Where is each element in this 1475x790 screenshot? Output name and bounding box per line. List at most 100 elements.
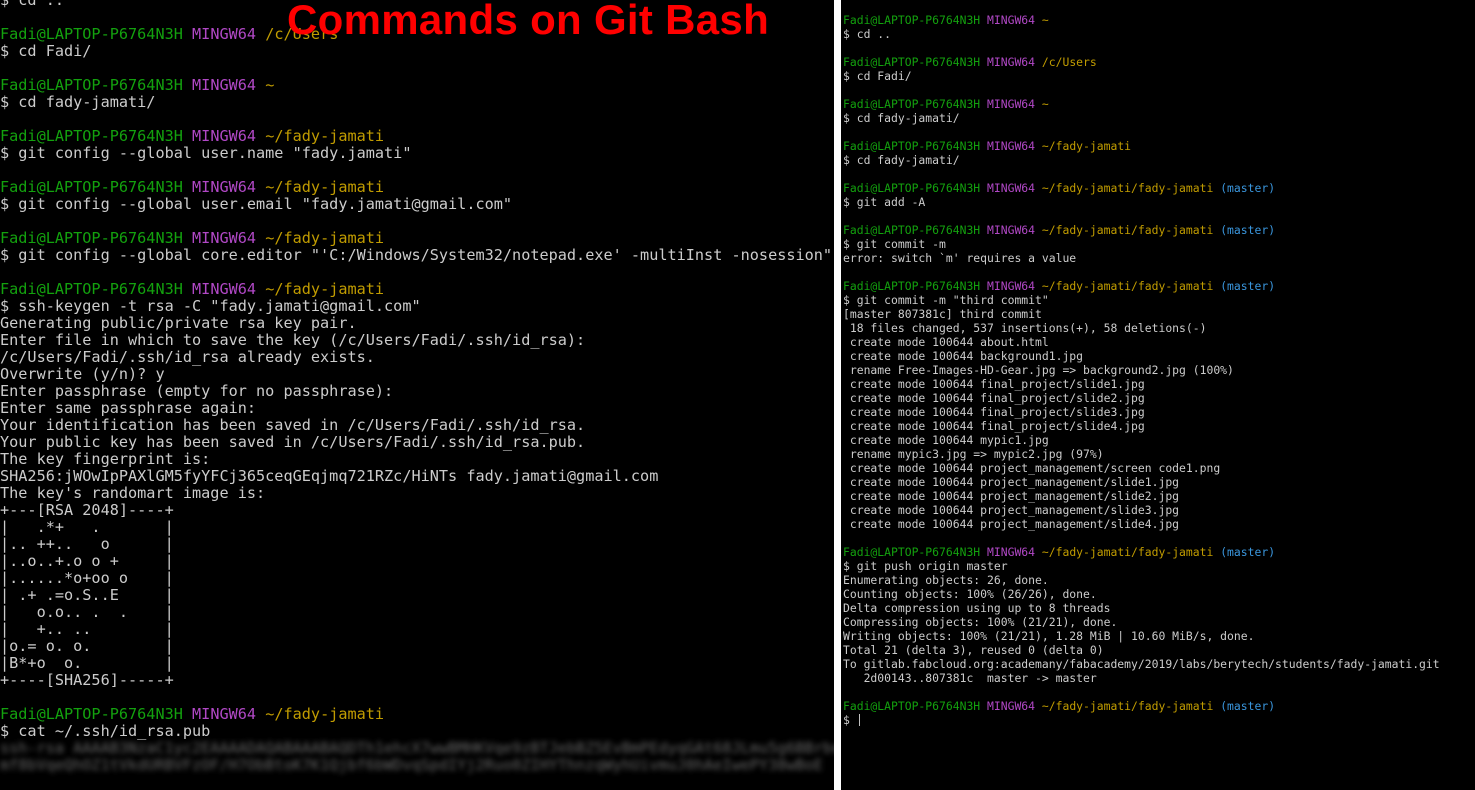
terminal-line: Fadi@LAPTOP-P6764N3H MINGW64 /c/Users (843, 55, 1440, 69)
terminal-line: Enter file in which to save the key (/c/… (0, 332, 834, 349)
terminal-line: create mode 100644 mypic1.jpg (843, 433, 1440, 447)
terminal-text: create mode 100644 final_project/slide4.… (843, 419, 1145, 433)
prompt-mingw: MINGW64 (192, 705, 257, 723)
prompt-path: ~ (1041, 97, 1049, 111)
terminal-line: ssh-rsa AAAAB3NzaC1yc2EAAAADAQABAAABAQDT… (0, 740, 834, 757)
terminal-line: Fadi@LAPTOP-P6764N3H MINGW64 ~/fady-jama… (0, 128, 834, 145)
prompt-path: ~/fady-jamati/fady-jamati (1041, 545, 1214, 559)
prompt-user: Fadi@LAPTOP-P6764N3H (0, 76, 183, 94)
prompt-user: Fadi@LAPTOP-P6764N3H (843, 13, 981, 27)
terminal-text: Total 21 (delta 3), reused 0 (delta 0) (843, 643, 1104, 657)
terminal-text: $ git config --global user.name "fady.ja… (0, 144, 412, 162)
terminal-text: $ git add -A (843, 195, 926, 209)
terminal-line: create mode 100644 background1.jpg (843, 349, 1440, 363)
terminal-line: Fadi@LAPTOP-P6764N3H MINGW64 ~/fady-jama… (843, 279, 1440, 293)
terminal-text: [master 807381c] third commit (843, 307, 1042, 321)
prompt-branch: (master) (1220, 223, 1276, 237)
terminal-line: |.. ++.. o | (0, 536, 834, 553)
terminal-text: |B*+o o. | (0, 654, 174, 672)
terminal-line: $ git commit -m (843, 237, 1440, 251)
terminal-line: create mode 100644 final_project/slide3.… (843, 405, 1440, 419)
terminal-text: create mode 100644 final_project/slide1.… (843, 377, 1145, 391)
prompt-user: Fadi@LAPTOP-P6764N3H (0, 127, 183, 145)
prompt-user: Fadi@LAPTOP-P6764N3H (843, 139, 981, 153)
blurred-public-key: mf8bVqeQhOZ1tVkdURBVFzOF/H7ObBtoK7K1Qjbf… (0, 756, 823, 774)
terminal-line: $ cd fady-jamati/ (843, 111, 1440, 125)
terminal-text: The key fingerprint is: (0, 450, 211, 468)
terminal-text: error: switch `m' requires a value (843, 251, 1077, 265)
terminal-line: [master 807381c] third commit (843, 307, 1440, 321)
terminal-line: error: switch `m' requires a value (843, 251, 1440, 265)
terminal-line: $ cd fady-jamati/ (0, 94, 834, 111)
terminal-text: 2d00143..807381c master -> master (843, 671, 1097, 685)
terminal-text: | +.. .. | (0, 620, 174, 638)
prompt-mingw: MINGW64 (192, 178, 257, 196)
terminal-text: /c/Users/Fadi/.ssh/id_rsa already exists… (0, 348, 375, 366)
prompt-mingw: MINGW64 (192, 229, 257, 247)
terminal-line: The key fingerprint is: (0, 451, 834, 468)
terminal-line: Delta compression using up to 8 threads (843, 601, 1440, 615)
terminal-line: $ (843, 713, 1440, 727)
terminal-line: Fadi@LAPTOP-P6764N3H MINGW64 ~ (0, 77, 834, 94)
terminal-text: Enumerating objects: 26, done. (843, 573, 1049, 587)
prompt-user: Fadi@LAPTOP-P6764N3H (0, 705, 183, 723)
prompt-mingw: MINGW64 (192, 280, 257, 298)
right-terminal-output[interactable]: Fadi@LAPTOP-P6764N3H MINGW64 ~ $ cd .. Fa… (841, 13, 1440, 727)
prompt-mingw: MINGW64 (987, 223, 1036, 237)
terminal-text: $ cd .. (843, 27, 892, 41)
terminal-line: Fadi@LAPTOP-P6764N3H MINGW64 ~/fady-jama… (0, 281, 834, 298)
terminal-text: create mode 100644 project_management/sc… (843, 461, 1221, 475)
terminal-line: 18 files changed, 537 insertions(+), 58 … (843, 321, 1440, 335)
prompt-mingw: MINGW64 (987, 545, 1036, 559)
terminal-text: $ git config --global core.editor "'C:/W… (0, 246, 833, 264)
prompt-path: ~/fady-jamati (1041, 139, 1132, 153)
prompt-path: ~ (265, 76, 275, 94)
terminal-line: Overwrite (y/n)? y (0, 366, 834, 383)
terminal-text: The key's randomart image is: (0, 484, 266, 502)
left-terminal-window[interactable]: $ cd .. Fadi@LAPTOP-P6764N3H MINGW64 /c/… (0, 0, 834, 790)
terminal-line: |o.= o. o. | (0, 638, 834, 655)
terminal-line: | o.o.. . . | (0, 604, 834, 621)
terminal-text: create mode 100644 background1.jpg (843, 349, 1084, 363)
text-cursor[interactable] (858, 714, 860, 726)
terminal-line: $ cd fady-jamati/ (843, 153, 1440, 167)
prompt-path: ~/fady-jamati/fady-jamati (1041, 223, 1214, 237)
prompt-user: Fadi@LAPTOP-P6764N3H (843, 181, 981, 195)
prompt-user: Fadi@LAPTOP-P6764N3H (843, 545, 981, 559)
terminal-line: To gitlab.fabcloud.org:academany/fabacad… (843, 657, 1440, 671)
terminal-line: Compressing objects: 100% (21/21), done. (843, 615, 1440, 629)
terminal-line: create mode 100644 project_management/sl… (843, 475, 1440, 489)
terminal-line: create mode 100644 final_project/slide2.… (843, 391, 1440, 405)
terminal-line: Fadi@LAPTOP-P6764N3H MINGW64 ~/fady-jama… (0, 179, 834, 196)
prompt-user: Fadi@LAPTOP-P6764N3H (0, 25, 183, 43)
left-terminal-output[interactable]: $ cd .. Fadi@LAPTOP-P6764N3H MINGW64 /c/… (0, 0, 834, 774)
terminal-text: +---[RSA 2048]----+ (0, 501, 174, 519)
terminal-text: $ cd fady-jamati/ (843, 111, 960, 125)
terminal-line: Enumerating objects: 26, done. (843, 573, 1440, 587)
prompt-path: /c/Users (1041, 55, 1097, 69)
terminal-text: create mode 100644 project_management/sl… (843, 517, 1180, 531)
terminal-text: |..o..+.o o + | (0, 552, 174, 570)
right-terminal-window[interactable]: Fadi@LAPTOP-P6764N3H MINGW64 ~ $ cd .. Fa… (841, 0, 1475, 790)
terminal-line: create mode 100644 project_management/sl… (843, 489, 1440, 503)
prompt-mingw: MINGW64 (192, 76, 257, 94)
